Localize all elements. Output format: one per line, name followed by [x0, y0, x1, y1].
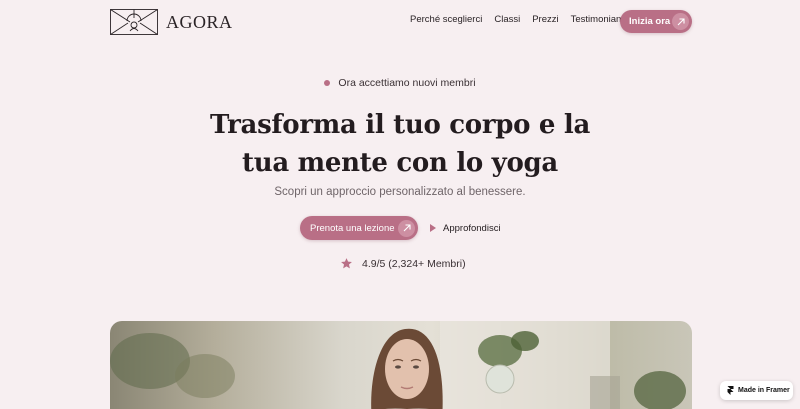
framer-icon: [727, 386, 734, 395]
hero-subtitle: Scopri un approccio personalizzato al be…: [274, 186, 526, 198]
hero-title: Trasforma il tuo corpo e la tua mente co…: [0, 106, 800, 182]
nav-item-perche-sceglierci[interactable]: Perché sceglierci: [410, 14, 482, 25]
brand-logo[interactable]: AGORA: [110, 8, 233, 36]
new-members-badge: Ora accettiamo nuovi membri: [0, 77, 800, 89]
book-lesson-button[interactable]: Prenota una lezione: [300, 216, 418, 240]
nav-item-classi[interactable]: Classi: [494, 14, 520, 25]
hero-title-line-2: tua mente con lo yoga: [242, 148, 558, 178]
site-header: AGORA Perché sceglierci Classi Prezzi Te…: [0, 0, 800, 44]
start-now-button[interactable]: Inizia ora: [620, 10, 692, 33]
rating-text: 4.9/5 (2,324+ Membri): [362, 257, 466, 270]
hero-title-line-1: Trasforma il tuo corpo e la: [209, 110, 591, 140]
brand-name: AGORA: [166, 11, 233, 32]
status-dot: [324, 80, 331, 86]
start-now-label: Inizia ora: [629, 16, 671, 27]
learn-more-label: Approfondisci: [443, 222, 501, 234]
badge-text: Ora accettiamo nuovi membri: [338, 77, 476, 89]
framer-badge-label: Made in Framer: [738, 387, 790, 394]
learn-more-button[interactable]: Approfondisci: [430, 223, 501, 234]
play-icon: [430, 224, 436, 232]
hero-image: [110, 321, 692, 409]
made-in-framer-badge[interactable]: Made in Framer: [720, 381, 793, 400]
star-icon: [341, 258, 352, 269]
arrow-up-right-icon: [672, 13, 689, 30]
rating: 4.9/5 (2,324+ Membri): [340, 257, 466, 270]
logo-mark-icon: [110, 9, 158, 35]
yoga-photo: [110, 321, 686, 409]
arrow-up-right-icon: [398, 219, 415, 237]
hero-actions: Prenota una lezione Approfondisci: [300, 216, 501, 240]
book-lesson-label: Prenota una lezione: [310, 222, 395, 234]
main-nav: Perché sceglierci Classi Prezzi Testimon…: [410, 14, 631, 25]
nav-item-prezzi[interactable]: Prezzi: [532, 14, 558, 25]
